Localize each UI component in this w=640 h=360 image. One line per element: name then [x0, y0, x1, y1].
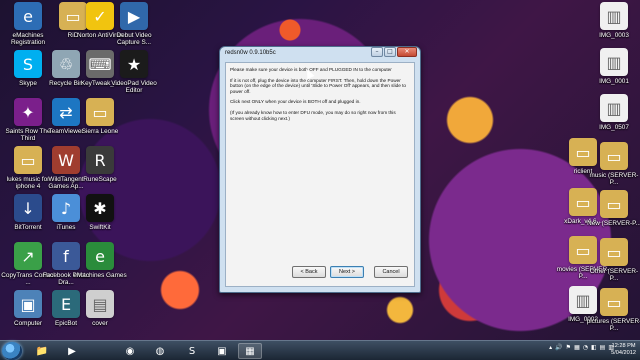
- title-bar[interactable]: redsn0w 0.9.10b5c – □ ✕: [220, 47, 420, 61]
- debut-video-icon: ▶: [120, 2, 148, 30]
- image-file-icon: ▥: [600, 94, 628, 122]
- instructions: Please make sure your device is both OFF…: [230, 67, 408, 126]
- desktop-shortcut-label: Other (SERVER-P...: [589, 268, 639, 282]
- dialog-content: Please make sure your device is both OFF…: [225, 62, 415, 287]
- tor-icon[interactable]: ◍: [148, 343, 172, 359]
- folder-icon: ▭: [86, 98, 114, 126]
- explorer-icon[interactable]: 📁: [30, 343, 54, 359]
- emachines-icon: e: [14, 2, 42, 30]
- desktop-shortcut-label: RuneScape: [83, 176, 117, 183]
- desktop-shortcut-label: Sierra Leone: [81, 128, 119, 135]
- desktop-shortcut-label: eMachines Games: [73, 272, 127, 279]
- network-folder-icon: ▭: [600, 238, 628, 266]
- desktop-shortcut-label: music (SERVER-P...: [589, 172, 639, 186]
- desktop-shortcut-label: IMG_0003: [599, 32, 629, 39]
- desktop-shortcut-label: VideoPad Video Editor: [111, 80, 157, 94]
- cancel-button[interactable]: Cancel: [374, 266, 408, 278]
- clock-time: 12:28 PM: [611, 343, 636, 349]
- close-button[interactable]: ✕: [397, 47, 417, 57]
- system-tray: ▴ 🔊 ⚑ ▦ ◔ ◧ ▤ ▥: [549, 344, 614, 351]
- maximize-button[interactable]: □: [384, 47, 396, 57]
- start-button[interactable]: [2, 342, 22, 360]
- window-controls: – □ ✕: [371, 47, 417, 57]
- desktop-shortcut-label: SwiftKit: [89, 224, 111, 231]
- minimize-button[interactable]: –: [371, 47, 383, 57]
- window-title: redsn0w 0.9.10b5c: [225, 50, 276, 56]
- chrome-icon[interactable]: ◉: [118, 343, 142, 359]
- videopad-icon: ★: [120, 50, 148, 78]
- image-file-icon: ▥: [600, 2, 628, 30]
- desktop-shortcut-label: IMG_0001: [599, 78, 629, 85]
- clock[interactable]: 12:28 PM 5/04/2012: [611, 343, 636, 357]
- desktop-shortcut-label: cover: [92, 320, 108, 327]
- network-folder-icon: ▭: [600, 142, 628, 170]
- redsn0w-window: redsn0w 0.9.10b5c – □ ✕ Please make sure…: [219, 46, 421, 293]
- skype-icon[interactable]: S: [180, 343, 204, 359]
- tray-icon[interactable]: 🔊: [555, 344, 562, 351]
- back-button[interactable]: < Back: [292, 266, 326, 278]
- image-file-icon: ▥: [600, 48, 628, 76]
- tray-icon[interactable]: ▴: [549, 344, 552, 351]
- redsn0w-app-icon[interactable]: ▦: [238, 343, 262, 359]
- instruction-paragraph-4: (If you already know how to enter DFU mo…: [230, 109, 396, 121]
- runescape-icon: R: [86, 146, 114, 174]
- media-player-icon[interactable]: ▶: [60, 343, 84, 359]
- save-icon[interactable]: ▣: [210, 343, 234, 359]
- desktop-shortcut-label: Debut Video Capture S...: [116, 32, 152, 46]
- tray-icon[interactable]: ◧: [591, 344, 597, 351]
- swiftkit-icon: ✱: [86, 194, 114, 222]
- clock-date: 5/04/2012: [611, 350, 636, 356]
- dialog-buttons: < Back Next > Cancel: [292, 266, 408, 278]
- network-folder-icon: ▭: [600, 288, 628, 316]
- desktop-shortcut[interactable]: ▤ cover: [72, 290, 128, 346]
- tray-icon[interactable]: ▦: [574, 344, 580, 351]
- tray-icon[interactable]: ▤: [600, 344, 606, 351]
- instruction-paragraph-1: Please make sure your device is both OFF…: [230, 67, 392, 72]
- taskbar: 📁 ▶ ◉ ◍ S ▣ ▦ ▴ 🔊 ⚑ ▦ ◔ ◧ ▤ ▥ 12:28 PM 5/04/2012: [0, 340, 640, 360]
- emachines-games-icon: e: [86, 242, 114, 270]
- network-folder-icon: ▭: [600, 190, 628, 218]
- desktop-shortcut-label: IMG_0507: [599, 124, 629, 131]
- tray-icon[interactable]: ◔: [583, 344, 588, 351]
- instruction-paragraph-2: If it is not off, plug the device into t…: [230, 77, 407, 94]
- instruction-paragraph-3: Click next ONLY when your device is BOTH…: [230, 99, 361, 105]
- desktop-shortcut[interactable]: ▭ pictures (SERVER-P...: [586, 288, 640, 344]
- next-button[interactable]: Next >: [330, 266, 364, 278]
- desktop-shortcut-label: New (SERVER-P...: [587, 220, 640, 227]
- image-icon: ▤: [86, 290, 114, 318]
- tray-icon[interactable]: ⚑: [566, 344, 571, 351]
- desktop-shortcut-label: pictures (SERVER-P...: [586, 318, 640, 332]
